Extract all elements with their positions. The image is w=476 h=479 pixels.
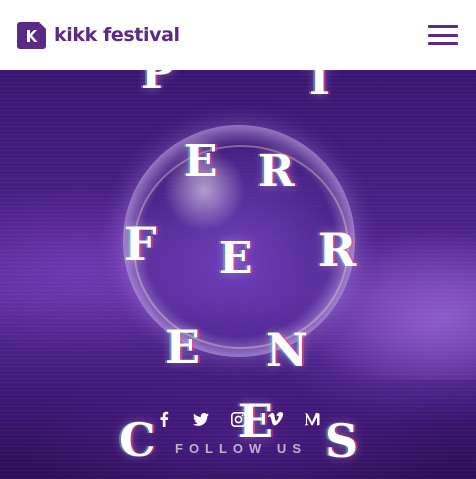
twitter-icon[interactable] xyxy=(191,409,211,429)
logo-text: kikk festival xyxy=(54,24,180,46)
vimeo-icon[interactable] xyxy=(265,409,285,429)
follow-us-label: FOLLOW US xyxy=(175,441,307,456)
hero-banner: P T E R F E R E N C E S FOLLOW US xyxy=(0,70,476,479)
social-links xyxy=(0,409,476,431)
hero-letter: R xyxy=(318,223,357,277)
site-header: kikk festival xyxy=(0,0,476,70)
hero-letter: R xyxy=(258,146,295,197)
medium-icon[interactable] xyxy=(302,409,322,429)
hero-letter: E xyxy=(219,233,253,284)
hero-letter: F xyxy=(124,217,157,271)
hero-letter: E xyxy=(184,136,218,187)
hero-letter: P xyxy=(141,70,175,99)
hero-letter: N xyxy=(266,323,309,377)
instagram-icon[interactable] xyxy=(228,409,248,429)
kikk-logo[interactable]: kikk festival xyxy=(17,21,180,49)
hero-letter: E xyxy=(165,320,201,374)
hero-letter: T xyxy=(303,70,336,105)
facebook-icon[interactable] xyxy=(154,409,174,429)
hamburger-menu-icon[interactable] xyxy=(428,25,458,45)
kikk-logo-mark-icon xyxy=(17,21,46,49)
